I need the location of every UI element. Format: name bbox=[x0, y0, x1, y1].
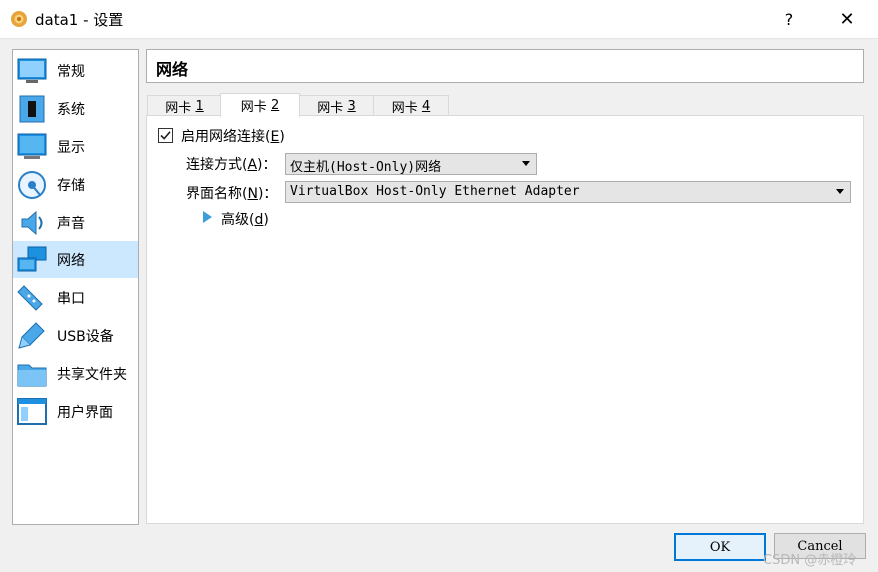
storage-icon bbox=[18, 170, 46, 199]
user-interface-icon bbox=[17, 397, 47, 425]
help-button[interactable]: ? bbox=[766, 0, 812, 38]
sidebar-item-label: 存储 bbox=[57, 177, 85, 194]
tab-number: 2 bbox=[270, 98, 280, 113]
tab-label: 网卡 bbox=[240, 100, 267, 115]
sidebar-item-label: 系统 bbox=[57, 101, 85, 118]
tab-label: 网卡 bbox=[317, 100, 344, 116]
attached-to-value: 仅主机(Host-Only)网络 bbox=[290, 160, 442, 175]
window-title: data1 - 设置 bbox=[35, 11, 124, 29]
shared-folder-icon bbox=[17, 364, 47, 386]
tab-adapter-4[interactable]: 网卡 4 bbox=[373, 95, 449, 116]
tab-adapter-1[interactable]: 网卡 1 bbox=[147, 95, 222, 116]
sidebar-item-serial-port[interactable]: 串口 bbox=[13, 279, 138, 316]
sidebar-item-label: 用户界面 bbox=[57, 404, 113, 421]
virtualbox-app-icon bbox=[11, 11, 27, 27]
page-header: 网络 bbox=[146, 49, 864, 83]
serial-port-icon bbox=[17, 284, 43, 311]
sidebar-item-audio[interactable]: 声音 bbox=[13, 204, 138, 241]
network-icon bbox=[17, 246, 47, 271]
tab-adapter-2[interactable]: 网卡 2 bbox=[220, 93, 300, 117]
chevron-down-icon bbox=[522, 161, 530, 166]
usb-icon bbox=[18, 321, 45, 349]
sidebar-item-storage[interactable]: 存储 bbox=[13, 166, 138, 203]
sidebar-item-label: 网络 bbox=[57, 252, 85, 269]
sidebar-item-label: 共享文件夹 bbox=[57, 366, 127, 383]
tab-adapter-3[interactable]: 网卡 3 bbox=[298, 95, 375, 116]
sidebar-item-label: 声音 bbox=[57, 215, 85, 232]
sidebar-item-label: 常规 bbox=[57, 63, 85, 80]
sidebar-item-network[interactable]: 网络 bbox=[13, 241, 138, 278]
adapter-name-select[interactable]: VirtualBox Host-Only Ethernet Adapter bbox=[285, 181, 851, 203]
sidebar-item-display[interactable]: 显示 bbox=[13, 128, 138, 165]
tab-label: 网卡 bbox=[391, 100, 418, 116]
checkmark-icon bbox=[160, 131, 171, 140]
sidebar-item-label: USB设备 bbox=[57, 328, 114, 345]
adapter-name-label: 界面名称(N)： bbox=[186, 186, 278, 202]
adapter-name-value: VirtualBox Host-Only Ethernet Adapter bbox=[290, 184, 580, 199]
system-icon bbox=[19, 95, 45, 122]
advanced-toggle[interactable]: 高级(d) bbox=[221, 209, 269, 229]
display-icon bbox=[17, 133, 47, 159]
adapter-panel bbox=[146, 115, 864, 524]
enable-network-label[interactable]: 启用网络连接(E) bbox=[181, 126, 285, 146]
sidebar-item-usb[interactable]: USB设备 bbox=[13, 317, 138, 354]
sidebar-item-general[interactable]: 常规 bbox=[13, 52, 138, 89]
attached-to-select[interactable]: 仅主机(Host-Only)网络 bbox=[285, 153, 537, 175]
tab-label: 网卡 bbox=[165, 100, 192, 116]
sidebar-item-label: 串口 bbox=[57, 290, 85, 307]
sidebar-item-user-interface[interactable]: 用户界面 bbox=[13, 393, 138, 430]
watermark: CSDN @赤橙玲 bbox=[763, 553, 857, 568]
title-bar: data1 - 设置 ? ✕ bbox=[0, 0, 878, 39]
settings-sidebar: 常规 系统 显示 存储 声音 网络 串口 USB设备 共享文件夹 用户界面 bbox=[12, 49, 139, 525]
audio-icon bbox=[21, 210, 43, 235]
sidebar-item-system[interactable]: 系统 bbox=[13, 90, 138, 127]
general-icon bbox=[17, 58, 47, 83]
sidebar-item-shared-folders[interactable]: 共享文件夹 bbox=[13, 355, 138, 392]
ok-button[interactable]: OK bbox=[674, 533, 766, 561]
page-title: 网络 bbox=[156, 60, 189, 79]
tab-number: 4 bbox=[421, 98, 431, 114]
sidebar-item-label: 显示 bbox=[57, 139, 85, 156]
tab-number: 3 bbox=[347, 98, 356, 114]
expand-arrow-icon[interactable] bbox=[203, 211, 212, 223]
tab-number: 1 bbox=[195, 98, 204, 114]
enable-network-checkbox[interactable] bbox=[158, 128, 173, 143]
close-button[interactable]: ✕ bbox=[824, 0, 870, 38]
chevron-down-icon bbox=[836, 189, 844, 194]
attached-to-label: 连接方式(A)： bbox=[186, 157, 277, 173]
